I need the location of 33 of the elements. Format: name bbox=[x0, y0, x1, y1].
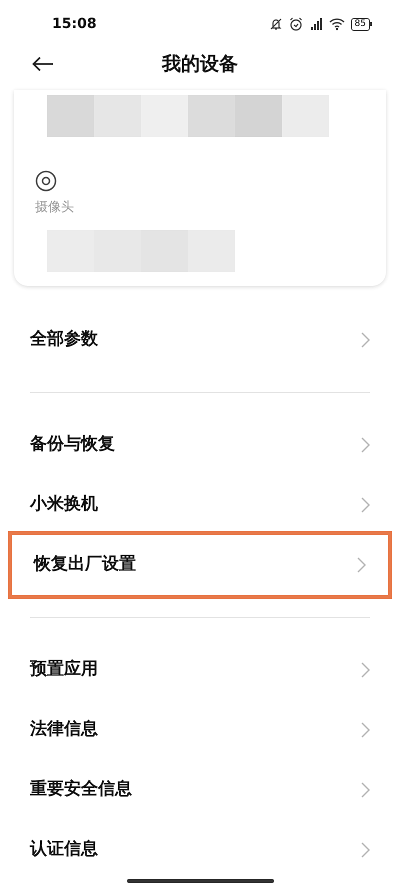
chevron-right-icon bbox=[361, 497, 370, 513]
page-title: 我的设备 bbox=[162, 52, 238, 77]
chevron-right-icon bbox=[361, 437, 370, 453]
settings-row[interactable]: 恢复出厂设置 bbox=[8, 531, 392, 599]
row-label: 认证信息 bbox=[30, 838, 98, 862]
chevron-right-icon bbox=[361, 332, 370, 348]
row-label: 重要安全信息 bbox=[30, 778, 132, 802]
settings-row[interactable]: 备份与恢复 bbox=[0, 415, 400, 475]
wifi-icon bbox=[328, 17, 345, 31]
row-label: 恢复出厂设置 bbox=[34, 553, 136, 576]
chevron-right-icon bbox=[361, 782, 370, 798]
back-arrow-icon[interactable] bbox=[32, 56, 54, 72]
alarm-icon bbox=[288, 17, 303, 31]
row-label: 全部参数 bbox=[30, 328, 98, 352]
settings-row[interactable]: 预置应用 bbox=[0, 640, 400, 700]
settings-row[interactable]: 重要安全信息 bbox=[0, 760, 400, 820]
chevron-right-icon bbox=[361, 662, 370, 678]
status-time: 15:08 bbox=[52, 14, 97, 34]
row-label: 小米换机 bbox=[30, 493, 98, 516]
camera-icon bbox=[35, 170, 57, 192]
battery-level: 85 bbox=[350, 18, 370, 30]
settings-row[interactable]: 全部参数 bbox=[0, 310, 400, 370]
row-label: 法律信息 bbox=[30, 718, 98, 742]
settings-row[interactable]: 认证信息 bbox=[0, 820, 400, 880]
bell-muted-icon bbox=[268, 17, 283, 31]
chevron-right-icon bbox=[357, 557, 366, 573]
settings-row[interactable]: 法律信息 bbox=[0, 700, 400, 760]
chevron-right-icon bbox=[361, 722, 370, 738]
chevron-right-icon bbox=[361, 842, 370, 858]
row-label: 预置应用 bbox=[30, 658, 98, 682]
camera-label: 摄像头 bbox=[35, 199, 74, 217]
signal-icon bbox=[308, 17, 323, 31]
row-label: 备份与恢复 bbox=[30, 433, 115, 456]
